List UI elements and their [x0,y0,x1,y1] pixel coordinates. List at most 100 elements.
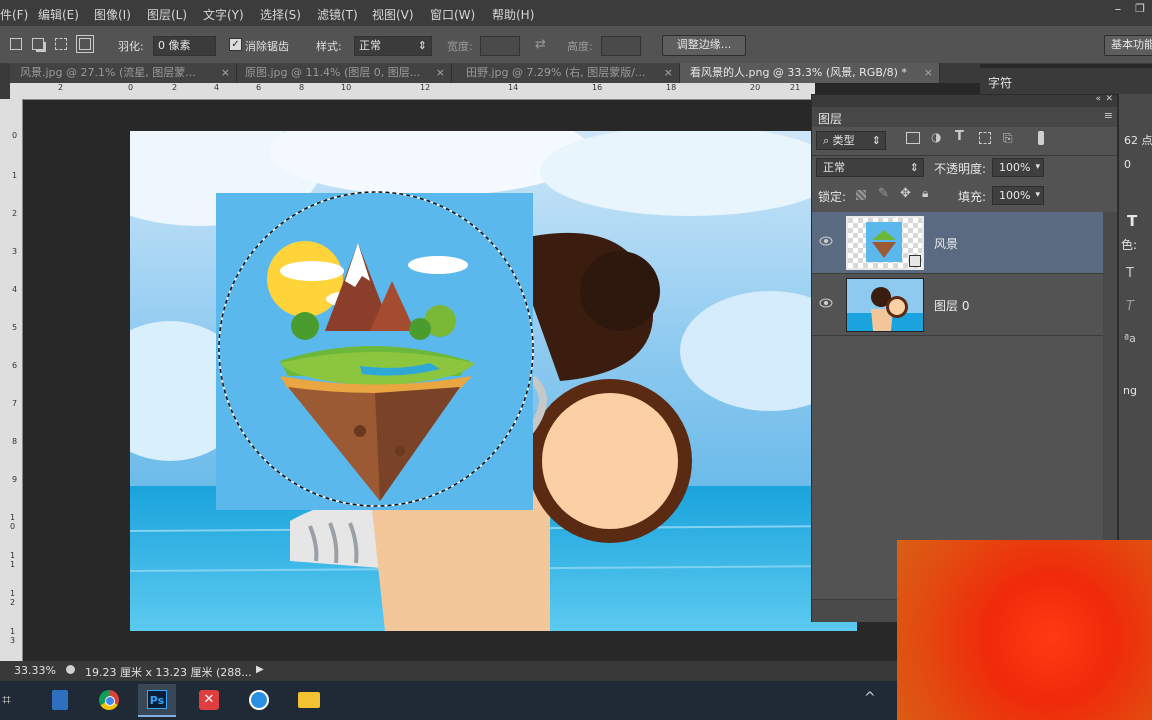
shape-filter-icon[interactable] [979,132,991,144]
menu-view[interactable]: 视图(V) [372,6,414,23]
menu-type[interactable]: 文字(Y) [203,6,244,23]
ruler-tick: 1 0 [10,513,16,531]
minimize-button[interactable]: – [1106,2,1130,20]
subtract-selection-icon[interactable] [55,38,67,50]
italic-icon[interactable]: T [1126,299,1134,314]
blend-mode-select[interactable]: 正常 ⇕ [816,158,924,177]
ruler-tick: 0 [128,83,134,92]
adjustment-filter-icon[interactable]: ◑ [931,130,941,144]
close-icon[interactable]: × [221,63,230,83]
character-panel-tab[interactable]: 字符 [988,74,1012,91]
tab-yuantu[interactable]: 原图.jpg @ 11.4% (图层 0, 图层... × [237,63,452,83]
close-icon[interactable]: × [924,63,933,83]
chrome-icon[interactable] [90,684,128,717]
new-selection-icon[interactable] [10,38,22,50]
filter-type-select[interactable]: ⌕ 类型 ⇕ [816,131,886,150]
collapse-icon[interactable]: « [1095,94,1101,104]
smart-object-filter-icon[interactable]: ⎘ [1003,131,1013,146]
lock-position-icon[interactable]: ✥ [900,186,911,201]
layer-name[interactable]: 图层 0 [934,297,969,314]
filter-toggle-icon[interactable] [1038,131,1044,145]
menu-file[interactable]: 件(F) [0,6,28,23]
tab-active-document[interactable]: 看风景的人.png @ 33.3% (风景, RGB/8) * × [680,63,940,83]
antialias-checkbox[interactable]: ✓ [229,38,242,51]
apps-icon[interactable]: ⌗ [0,684,38,717]
menu-window[interactable]: 窗口(W) [430,6,475,23]
document-tabs: 风景.jpg @ 27.1% (流星, 图层蒙... × 原图.jpg @ 11.… [0,63,980,83]
tray-expand-icon[interactable]: ^ [864,690,876,706]
ruler-tick: 21 [790,83,801,92]
lock-all-icon[interactable]: 🔒︎ [922,186,928,201]
panel-tabbar: 图层 ≡ [812,107,1117,127]
antialias-type-icon[interactable]: ªa [1124,332,1136,345]
layer-name[interactable]: 风景 [934,235,958,252]
tracking-value[interactable]: 0 [1124,158,1131,171]
ruler-tick: 4 [214,83,220,92]
info-icon[interactable] [66,665,75,674]
type-filter-icon[interactable]: T [955,129,964,144]
menu-filter[interactable]: 滤镜(T) [317,6,358,23]
xmind-icon[interactable]: ✕ [190,684,228,717]
artwork-illustration [130,131,857,631]
browser-icon[interactable] [240,684,278,717]
close-icon[interactable]: × [664,63,673,83]
tab-tianye[interactable]: 田野.jpg @ 7.29% (右, 图层蒙版/... × [452,63,680,83]
add-selection-icon[interactable] [32,38,44,50]
antialias-label: 消除锯齿 [245,40,289,53]
calculator-icon[interactable] [42,684,80,717]
pixel-filter-icon[interactable] [906,132,920,144]
visibility-eye-icon[interactable] [819,236,833,246]
menu-help[interactable]: 帮助(H) [492,6,534,23]
ruler-tick: 1 1 [10,551,16,569]
menu-image[interactable]: 图像(I) [94,6,131,23]
horizontal-ruler: 2 0 2 4 6 8 10 12 14 16 18 20 21 [10,83,815,100]
file-explorer-icon[interactable] [290,684,328,717]
chevron-down-icon[interactable]: ▾ [1035,187,1040,204]
zoom-level[interactable]: 33.33% [14,664,56,677]
width-input[interactable] [480,36,520,56]
panel-menu-icon[interactable]: ≡ [1104,109,1113,122]
menu-edit[interactable]: 编辑(E) [38,6,79,23]
refine-edge-button[interactable]: 调整边缘... [662,35,746,56]
height-input[interactable] [601,36,641,56]
photoshop-icon[interactable]: Ps [138,684,176,717]
visibility-eye-icon[interactable] [819,298,833,308]
restore-button[interactable]: ❐ [1128,2,1152,20]
ruler-tick: 14 [508,83,519,92]
feather-input[interactable]: 0 像素 [153,36,216,56]
panel-titlebar: « ✕ [812,94,1117,107]
menu-layer[interactable]: 图层(L) [147,6,187,23]
font-size-value[interactable]: 62 点 [1124,132,1152,148]
fill-value: 100% [999,189,1031,202]
chevron-down-icon[interactable]: ▾ [1035,159,1040,176]
text-tool-icon[interactable]: T [1127,212,1137,230]
document-canvas[interactable] [130,131,857,631]
layer-thumbnail[interactable] [846,278,924,332]
fill-input[interactable]: 100% ▾ [992,186,1044,205]
status-menu-arrow-icon[interactable]: ▶ [256,664,264,675]
layer-row-layer0[interactable]: 图层 0 [812,274,1103,336]
lock-transparency-icon[interactable] [856,190,866,200]
tab-label: 原图.jpg @ 11.4% (图层 0, 图层... [245,66,421,79]
lock-pixels-icon[interactable]: ✎ [878,186,889,201]
tab-fengjing[interactable]: 风景.jpg @ 27.1% (流星, 图层蒙... × [0,63,237,83]
opacity-label: 不透明度: [934,162,987,176]
intersect-selection-icon[interactable] [76,35,94,53]
layers-panel-tab[interactable]: 图层 [818,110,842,127]
close-icon[interactable]: ✕ [1105,94,1113,104]
layer-thumbnail[interactable] [846,216,924,270]
close-icon[interactable]: × [436,63,445,83]
feather-label: 羽化: [118,40,144,53]
swap-icon[interactable]: ⇄ [535,37,546,52]
opacity-input[interactable]: 100% ▾ [992,158,1044,177]
layer-row-fengjing[interactable]: 风景 [812,212,1103,274]
extra-label: ng [1123,384,1137,397]
ruler-tick: 6 [12,361,18,370]
style-select[interactable]: 正常 ⇕ [354,36,432,56]
ruler-tick: 1 [12,171,18,180]
video-overlay [897,540,1152,720]
menu-select[interactable]: 选择(S) [260,6,301,23]
workspace-button[interactable]: 基本功能 [1104,35,1152,56]
text-style-icon[interactable]: T [1126,266,1134,281]
ruler-tick: 1 2 [10,589,16,607]
